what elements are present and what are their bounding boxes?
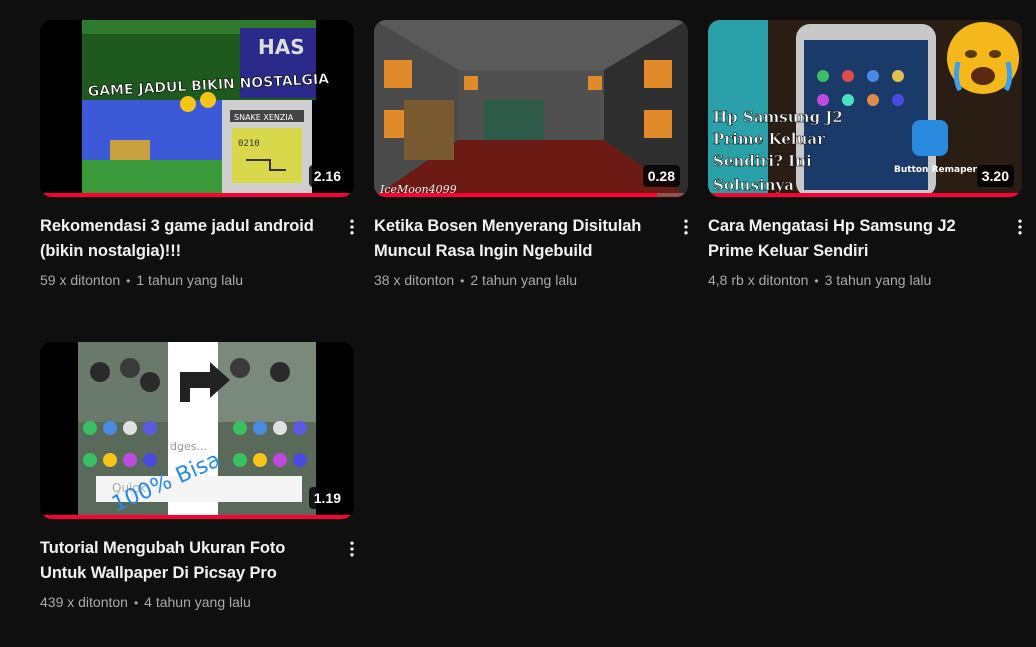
upload-age: 1 tahun yang lalu: [136, 272, 244, 288]
video-thumbnail[interactable]: dges... Quick 100% Bisa 1.19: [40, 342, 354, 519]
more-actions-button[interactable]: [1008, 210, 1032, 244]
more-vert-icon: [350, 219, 354, 235]
thumb-caption: Button Remaper: [894, 165, 978, 175]
duration-badge: 3.20: [976, 165, 1014, 187]
watch-progress-fill: [708, 193, 1022, 197]
view-count: 4,8 rb x ditonton: [708, 272, 809, 288]
watch-progress-fill: [374, 193, 657, 197]
video-stats: 38 x ditonton • 2 tahun yang lalu: [374, 270, 694, 291]
thumb-score-text: 0210: [238, 139, 260, 149]
more-actions-button[interactable]: [674, 210, 698, 244]
video-card[interactable]: Hp Samsung J2 Prime Keluar Sendiri? Ini …: [708, 20, 1028, 291]
thumb-widget-text: dges...: [170, 440, 207, 453]
video-thumbnail[interactable]: Hp Samsung J2 Prime Keluar Sendiri? Ini …: [708, 20, 1022, 197]
thumb-headline-3: Sendiri? Ini: [713, 152, 812, 170]
more-actions-button[interactable]: [340, 210, 364, 244]
video-thumbnail[interactable]: IceMoon4099 0.28: [374, 20, 688, 197]
thumb-headline-2: Prime Keluar: [713, 130, 826, 148]
thumb-has-text: HAS: [258, 35, 305, 59]
video-thumbnail[interactable]: HAS SNAKE XENZIA 0210 GAME JADUL BIKIN N…: [40, 20, 354, 197]
thumbnail-image: Hp Samsung J2 Prime Keluar Sendiri? Ini …: [708, 20, 1022, 197]
view-count: 38 x ditonton: [374, 272, 455, 288]
more-actions-button[interactable]: [340, 532, 364, 566]
video-details: Ketika Bosen Menyerang Disitulah Muncul …: [374, 214, 694, 291]
watch-progress: [374, 193, 688, 197]
watch-progress: [708, 193, 1022, 197]
watch-progress: [40, 515, 354, 519]
video-stats: 4,8 rb x ditonton • 3 tahun yang lalu: [708, 270, 1028, 291]
video-title[interactable]: Ketika Bosen Menyerang Disitulah Muncul …: [374, 214, 658, 264]
video-card[interactable]: dges... Quick 100% Bisa 1.19 Tutorial Me…: [40, 342, 360, 613]
more-vert-icon: [684, 219, 688, 235]
video-details: Rekomendasi 3 game jadul android (bikin …: [40, 214, 360, 291]
duration-badge: 1.19: [308, 487, 346, 509]
video-grid: HAS SNAKE XENZIA 0210 GAME JADUL BIKIN N…: [0, 0, 1036, 647]
video-title[interactable]: Cara Mengatasi Hp Samsung J2 Prime Kelua…: [708, 214, 992, 264]
video-title[interactable]: Rekomendasi 3 game jadul android (bikin …: [40, 214, 324, 264]
watch-progress: [40, 193, 354, 197]
watch-progress-fill: [40, 193, 348, 197]
view-count: 59 x ditonton: [40, 272, 121, 288]
more-vert-icon: [350, 541, 354, 557]
stats-separator: •: [814, 274, 819, 288]
duration-badge: 2.16: [308, 165, 346, 187]
view-count: 439 x ditonton: [40, 594, 128, 610]
video-title[interactable]: Tutorial Mengubah Ukuran Foto Untuk Wall…: [40, 536, 324, 586]
stats-separator: •: [460, 274, 465, 288]
video-details: Cara Mengatasi Hp Samsung J2 Prime Kelua…: [708, 214, 1028, 291]
duration-badge: 0.28: [642, 165, 680, 187]
upload-age: 3 tahun yang lalu: [824, 272, 932, 288]
video-card[interactable]: HAS SNAKE XENZIA 0210 GAME JADUL BIKIN N…: [40, 20, 360, 291]
video-card[interactable]: IceMoon4099 0.28 Ketika Bosen Menyerang …: [374, 20, 694, 291]
stats-separator: •: [126, 274, 131, 288]
upload-age: 2 tahun yang lalu: [470, 272, 578, 288]
thumb-snake-text: SNAKE XENZIA: [234, 113, 294, 122]
thumbnail-image: dges... Quick 100% Bisa: [40, 342, 354, 519]
upload-age: 4 tahun yang lalu: [144, 594, 251, 610]
thumb-headline-1: Hp Samsung J2: [713, 108, 843, 126]
watch-progress-fill: [40, 515, 354, 519]
video-stats: 439 x ditonton • 4 tahun yang lalu: [40, 592, 360, 613]
more-vert-icon: [1018, 219, 1022, 235]
video-stats: 59 x ditonton • 1 tahun yang lalu: [40, 270, 360, 291]
thumb-headline-4: Solusinya: [713, 176, 794, 194]
stats-separator: •: [133, 596, 139, 610]
thumbnail-image: HAS SNAKE XENZIA 0210 GAME JADUL BIKIN N…: [40, 20, 354, 197]
video-details: Tutorial Mengubah Ukuran Foto Untuk Wall…: [40, 536, 360, 613]
thumbnail-image: IceMoon4099: [374, 20, 688, 197]
